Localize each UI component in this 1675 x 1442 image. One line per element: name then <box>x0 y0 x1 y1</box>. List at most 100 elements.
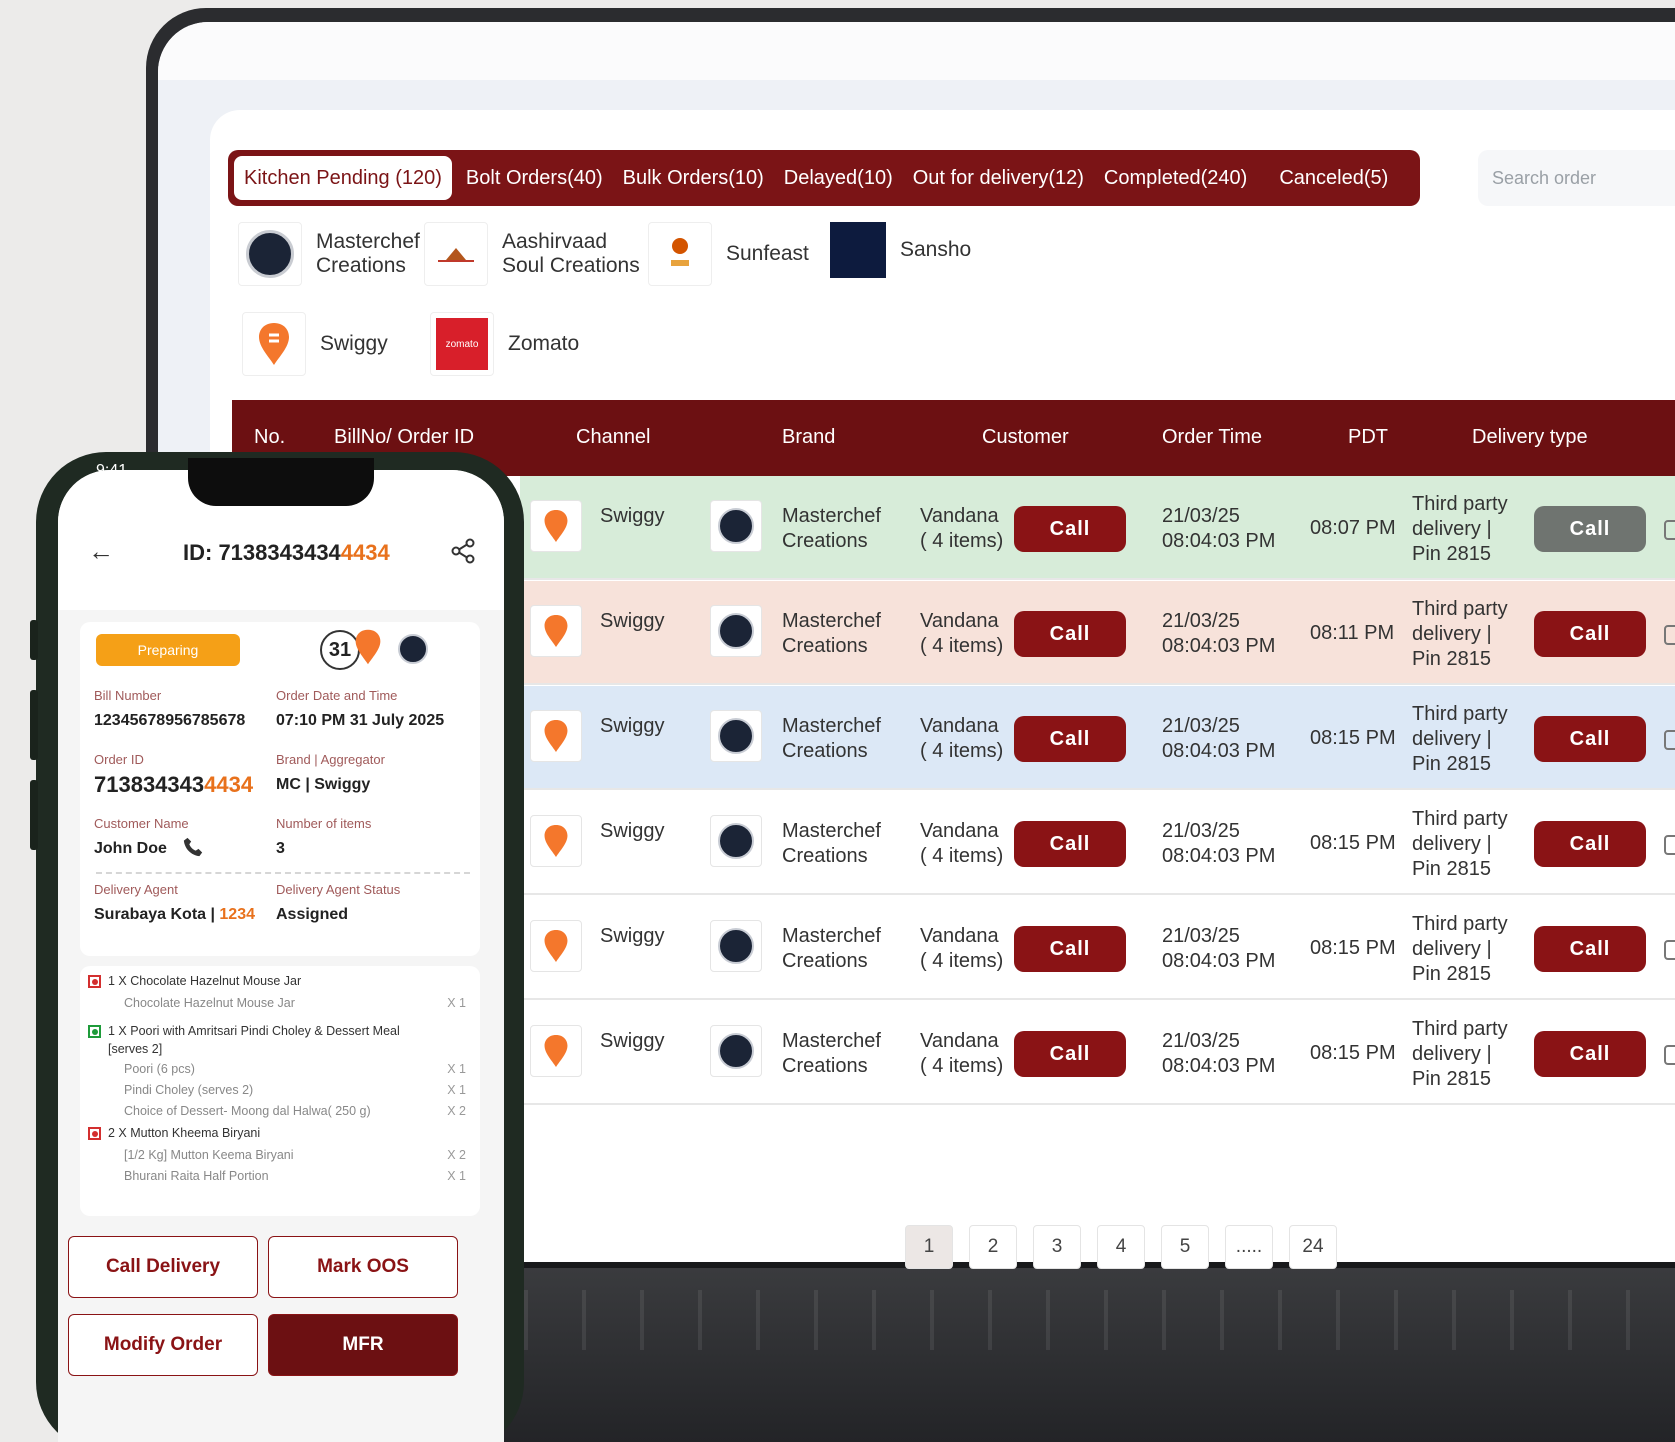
table-row[interactable]: Swiggy Masterchef Creations Vandana( 4 it… <box>520 1001 1675 1105</box>
swiggy-icon <box>530 920 582 972</box>
brand-name: Masterchef Creations <box>782 925 881 972</box>
channel-name: Swiggy <box>600 1030 665 1052</box>
page-button[interactable]: 1 <box>905 1225 953 1269</box>
search-order-input[interactable]: Search order <box>1478 150 1675 206</box>
tab-canceled[interactable]: Canceled(5) <box>1269 156 1398 200</box>
mark-oos-button[interactable]: Mark OOS <box>268 1236 458 1298</box>
brand-logo <box>710 920 762 972</box>
channel-filter-label: Swiggy <box>320 332 388 355</box>
call-customer-button[interactable]: Call <box>1014 926 1126 972</box>
tab-delayed[interactable]: Delayed(10) <box>774 156 903 200</box>
brand-logo <box>710 500 762 552</box>
modify-order-button[interactable]: Modify Order <box>68 1314 258 1376</box>
order-items-card: 1 X Chocolate Hazelnut Mouse Jar Chocolat… <box>80 966 480 1216</box>
table-row[interactable]: Swiggy Masterchef Creations Vandana( 4 it… <box>520 476 1675 580</box>
pdt: 08:15 PM <box>1310 1042 1396 1064</box>
item-quantity: X 1 <box>447 1062 466 1076</box>
order-item: 1 X Chocolate Hazelnut Mouse Jar <box>108 974 302 988</box>
page-button[interactable]: ..... <box>1225 1225 1273 1269</box>
action-icon[interactable] <box>1664 520 1675 540</box>
brand-logo <box>710 815 762 867</box>
order-time: 21/03/25 08:04:03 PM <box>1162 715 1276 762</box>
channel-filter-zomato[interactable]: zomato Zomato <box>430 312 579 376</box>
phone-call-icon[interactable] <box>182 836 204 858</box>
page-button[interactable]: 2 <box>969 1225 1017 1269</box>
tab-kitchen-pending[interactable]: Kitchen Pending (120) <box>234 156 452 200</box>
swiggy-icon <box>530 815 582 867</box>
call-customer-button[interactable]: Call <box>1014 611 1126 657</box>
action-icon[interactable] <box>1664 625 1675 645</box>
back-arrow-icon[interactable]: ← <box>88 536 114 567</box>
sunfeast-logo <box>648 222 712 286</box>
table-row[interactable]: Swiggy Masterchef Creations Vandana( 4 it… <box>520 686 1675 790</box>
call-delivery-button[interactable]: Call <box>1534 926 1646 972</box>
page-button[interactable]: 3 <box>1033 1225 1081 1269</box>
pdt: 08:07 PM <box>1310 517 1396 539</box>
brand-filter-masterchef[interactable]: Masterchef Creations <box>238 222 420 286</box>
col-no: No. <box>254 426 286 448</box>
order-item: 2 X Mutton Kheema Biryani <box>108 1126 261 1140</box>
item-quantity: X 2 <box>447 1148 466 1162</box>
call-customer-button[interactable]: Call <box>1014 1031 1126 1077</box>
brand-filter-sansho[interactable]: Sansho <box>830 222 971 278</box>
customer-name: Vandana( 4 items) <box>920 1030 1004 1077</box>
brand-name: Masterchef Creations <box>782 1030 881 1077</box>
call-delivery-button[interactable]: Call <box>1534 611 1646 657</box>
divider <box>96 872 470 874</box>
col-brand: Brand <box>782 426 836 448</box>
page-button[interactable]: 5 <box>1161 1225 1209 1269</box>
tab-bulk-orders[interactable]: Bulk Orders(10) <box>613 156 774 200</box>
page-button[interactable]: 24 <box>1289 1225 1337 1269</box>
customer-name-label: Customer Name <box>94 816 189 831</box>
order-time: 21/03/25 08:04:03 PM <box>1162 1030 1276 1077</box>
table-row[interactable]: Swiggy Masterchef Creations Vandana( 4 it… <box>520 581 1675 685</box>
tab-completed[interactable]: Completed(240) <box>1094 156 1257 200</box>
brand-filter-sunfeast[interactable]: Sunfeast <box>648 222 809 286</box>
swiggy-icon <box>530 1025 582 1077</box>
brand-name: Masterchef Creations <box>782 610 881 657</box>
channel-filter-label: Zomato <box>508 332 580 355</box>
tab-out-for-delivery[interactable]: Out for delivery(12) <box>903 156 1094 200</box>
call-delivery-button[interactable]: Call <box>1534 1031 1646 1077</box>
status-bar-time: 9:41 <box>96 462 128 479</box>
agent-status: Assigned <box>276 906 349 923</box>
action-icon[interactable] <box>1664 1045 1675 1065</box>
call-customer-button[interactable]: Call <box>1014 716 1126 762</box>
phone-volume-button <box>30 780 38 850</box>
delivery-agent: Surabaya Kota | 1234 <box>94 906 255 923</box>
bill-number: 12345678956785678 <box>94 712 246 729</box>
col-order-id: BillNo/ Order ID <box>334 426 475 448</box>
customer-name: John Doe <box>94 840 167 857</box>
phone-volume-button <box>30 690 38 760</box>
pagination: 1 2 3 4 5..... 24 <box>905 1225 1337 1269</box>
order-id-label: Order ID <box>94 752 144 767</box>
customer-name: Vandana( 4 items) <box>920 505 1004 552</box>
action-icon[interactable] <box>1664 940 1675 960</box>
share-icon[interactable] <box>450 538 476 564</box>
order-item-detail: Pindi Choley (serves 2) <box>124 1083 254 1097</box>
brand-filter-aashirvaad[interactable]: Aashirvaad Soul Creations <box>424 222 640 286</box>
swiggy-icon <box>530 500 582 552</box>
call-delivery-button[interactable]: Call <box>1534 716 1646 762</box>
call-delivery-button[interactable]: Call <box>1534 506 1646 552</box>
brand-aggregator: MC | Swiggy <box>276 776 371 793</box>
nonveg-icon <box>88 975 101 988</box>
mfr-button[interactable]: MFR <box>268 1314 458 1376</box>
customer-name: Vandana( 4 items) <box>920 925 1004 972</box>
pdt: 08:11 PM <box>1310 622 1395 644</box>
call-customer-button[interactable]: Call <box>1014 506 1126 552</box>
action-icon[interactable] <box>1664 835 1675 855</box>
phone-screen: ← ID: 71383434344434 Preparing 31 Bill N… <box>58 470 504 1442</box>
call-delivery-button[interactable]: Call <box>1534 821 1646 867</box>
table-row[interactable]: Swiggy Masterchef Creations Vandana( 4 it… <box>520 896 1675 1000</box>
channel-filter-swiggy[interactable]: Swiggy <box>242 312 388 376</box>
nonveg-icon <box>88 1127 101 1140</box>
action-icon[interactable] <box>1664 730 1675 750</box>
table-row[interactable]: Swiggy Masterchef Creations Vandana( 4 it… <box>520 791 1675 895</box>
tab-bolt-orders[interactable]: Bolt Orders(40) <box>456 156 613 200</box>
call-delivery-button[interactable]: Call Delivery <box>68 1236 258 1298</box>
order-date: 07:10 PM 31 July 2025 <box>276 712 445 729</box>
page-button[interactable]: 4 <box>1097 1225 1145 1269</box>
order-detail-title: ID: 71383434344434 <box>183 540 390 565</box>
call-customer-button[interactable]: Call <box>1014 821 1126 867</box>
